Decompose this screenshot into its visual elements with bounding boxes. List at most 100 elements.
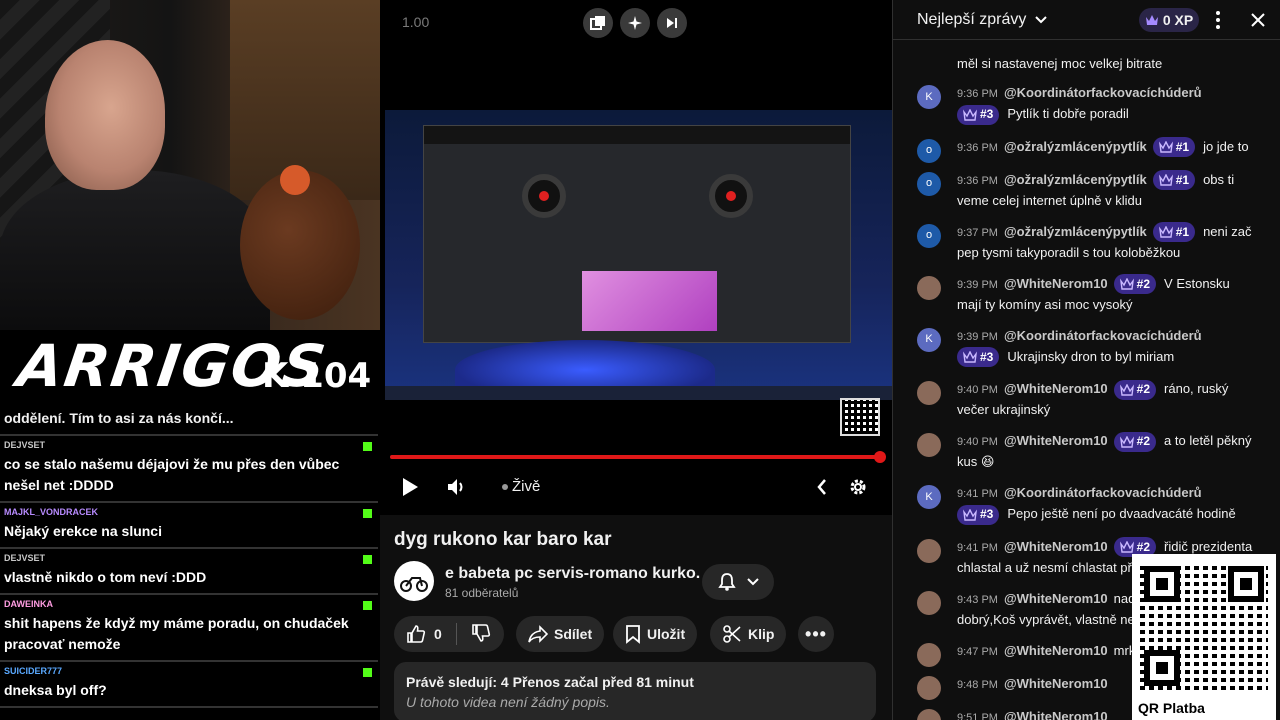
kick-icon (363, 601, 372, 610)
chat-author[interactable]: @WhiteNerom10 (1004, 643, 1108, 658)
crown-icon (1119, 435, 1134, 448)
chat-avatar[interactable] (917, 642, 941, 667)
chat-avatar[interactable] (917, 433, 941, 458)
chat-avatar[interactable]: o (917, 171, 941, 196)
chat-author[interactable]: @WhiteNerom10 (1004, 276, 1108, 291)
chat-mode-label: Nejlepší zprávy (917, 11, 1027, 28)
chevron-left-icon[interactable] (816, 478, 828, 502)
channel-name[interactable]: e babeta pc servis-romano kurko. (445, 565, 700, 583)
overlay-chat-text: vlastně nikdo o tom neví :DDD (4, 569, 207, 585)
chat-timestamp: 9:43 PM (957, 593, 998, 606)
video-player[interactable]: 1.00 Živě (380, 0, 892, 515)
bookmark-icon (626, 625, 640, 644)
chat-author[interactable]: @Koordinátorfackovacíchúderů (1004, 85, 1202, 100)
chat-author[interactable]: @WhiteNerom10 (1004, 676, 1108, 691)
kick-icon (363, 509, 372, 518)
gear-icon[interactable] (848, 477, 868, 503)
play-icon[interactable] (400, 476, 420, 504)
progress-bar[interactable] (390, 455, 880, 459)
scissors-icon (723, 625, 741, 643)
desktop-taskbar (385, 386, 892, 400)
save-button[interactable]: Uložit (613, 616, 698, 652)
chat-avatar[interactable] (917, 538, 941, 563)
description-box[interactable]: Právě sledují: 4 Přenos začal před 81 mi… (394, 662, 876, 720)
chat-avatar[interactable] (917, 590, 941, 615)
chat-message[interactable]: K 9:41 PM @Koordinátorfackovacíchúderů #3 Pe… (893, 477, 1280, 531)
progress-scrubber[interactable] (874, 451, 886, 463)
chat-timestamp: 9:36 PM (957, 141, 998, 154)
chat-author[interactable]: @WhiteNerom10 (1004, 591, 1108, 606)
crown-icon (1158, 226, 1173, 238)
volume-icon[interactable] (446, 477, 468, 503)
chat-message[interactable]: 9:40 PM @WhiteNerom10 #2 a to letěl pěkný k… (893, 425, 1280, 477)
rank-value: #1 (1175, 172, 1190, 187)
webcam-feed (0, 0, 380, 330)
dj-video-preview (582, 271, 717, 331)
share-button[interactable]: Sdílet (516, 616, 605, 652)
sparkle-icon[interactable] (620, 8, 650, 38)
crown-icon (1119, 278, 1134, 290)
notification-button[interactable] (702, 564, 774, 600)
chat-mode-dropdown[interactable]: Nejlepší zprávy (917, 11, 1047, 29)
overlay-chat-text: dneksa byl off? (4, 682, 107, 698)
chat-text: Pytlík ti dobře poradil (1007, 106, 1129, 121)
chat-avatar[interactable]: o (917, 223, 941, 248)
crown-icon (963, 508, 977, 521)
chat-timestamp: 9:40 PM (957, 384, 998, 397)
crown-icon (963, 351, 977, 363)
chat-avatar[interactable] (917, 381, 941, 406)
xp-badge[interactable]: 0 XP (1139, 8, 1199, 32)
chat-avatar[interactable] (917, 675, 941, 700)
chat-timestamp: 9:47 PM (957, 645, 998, 658)
overlay-chat-message: DEJVSET vlastně nikdo o tom neví :DDD (0, 549, 378, 595)
chat-timestamp: 9:41 PM (957, 541, 998, 554)
channel-avatar[interactable] (394, 561, 434, 601)
more-actions-button[interactable]: ••• (798, 616, 834, 652)
chat-timestamp: 9:48 PM (957, 678, 998, 691)
thumbs-down-icon (471, 623, 490, 642)
chat-author[interactable]: @WhiteNerom10 (1004, 433, 1108, 448)
clip-button[interactable]: Klip (710, 616, 787, 652)
chat-message[interactable]: 9:39 PM @WhiteNerom10 #2 V Estonsku mají ty… (893, 268, 1280, 320)
video-info: dyg rukono kar baro kar e babeta pc serv… (380, 515, 892, 720)
dislike-button[interactable] (471, 623, 491, 646)
chat-message[interactable]: o 9:36 PM @ožralýzmlácenýpytlík #1 jo jde to (893, 131, 1280, 164)
chat-author[interactable]: @WhiteNerom10 (1004, 381, 1108, 396)
chat-avatar[interactable]: K (917, 85, 941, 109)
close-icon[interactable] (1250, 12, 1266, 33)
chat-avatar[interactable]: K (917, 485, 941, 510)
miniplayer-icon[interactable] (583, 8, 613, 38)
chat-author[interactable]: @Koordinátorfackovacíchúderů (1004, 328, 1202, 343)
chat-author[interactable]: @ožralýzmlácenýpytlík (1004, 172, 1147, 187)
chat-message[interactable]: K 9:36 PM @Koordinátorfackovacíchúderů #3 Py… (893, 77, 1280, 131)
like-button[interactable]: 0 (406, 624, 442, 644)
chat-avatar[interactable]: K (917, 327, 941, 352)
chat-avatar[interactable]: o (917, 138, 941, 163)
chat-author[interactable]: @Koordinátorfackovacíchúderů (1004, 485, 1202, 500)
overlay-chat-message: DEJVSET co se stalo našemu déjajovi že m… (0, 436, 378, 503)
chat-author[interactable]: @ožralýzmlácenýpytlík (1004, 224, 1147, 239)
chat-avatar[interactable] (917, 275, 941, 300)
chat-author[interactable]: @ožralýzmlácenýpytlík (1004, 139, 1147, 154)
chat-author[interactable]: @WhiteNerom10 (1004, 709, 1108, 720)
chat-author[interactable]: @WhiteNerom10 (1004, 539, 1108, 554)
rank-value: #3 (980, 507, 994, 522)
overlay-chat: oddělení. Tím to asi za nás končí... DEJ… (0, 406, 378, 708)
rank-badge: #2 (1113, 379, 1157, 400)
chat-avatar[interactable] (917, 708, 941, 720)
chevron-down-icon (1035, 16, 1047, 24)
dj-software-window (423, 125, 851, 343)
skip-icon[interactable] (657, 8, 687, 38)
rank-badge: #1 (1152, 222, 1196, 243)
chat-timestamp: 9:37 PM (957, 226, 998, 239)
chat-message[interactable]: 9:40 PM @WhiteNerom10 #2 ráno, ruský večer … (893, 373, 1280, 425)
streamer-body (0, 170, 270, 330)
more-vertical-icon[interactable] (1215, 10, 1221, 35)
chat-message[interactable]: o 9:36 PM @ožralýzmlácenýpytlík #1 obs ti ve… (893, 164, 1280, 216)
qr-finder (1228, 566, 1264, 602)
dj-software-toolbar (424, 126, 850, 144)
chat-message[interactable]: o 9:37 PM @ožralýzmlácenýpytlík #1 neni zač … (893, 216, 1280, 268)
live-label[interactable]: Živě (512, 478, 540, 495)
chat-message[interactable]: K 9:39 PM @Koordinátorfackovacíchúderů #3 Uk… (893, 320, 1280, 374)
chat-text: Pepo ještě není po dvaadvacáté hodině (1007, 506, 1236, 522)
